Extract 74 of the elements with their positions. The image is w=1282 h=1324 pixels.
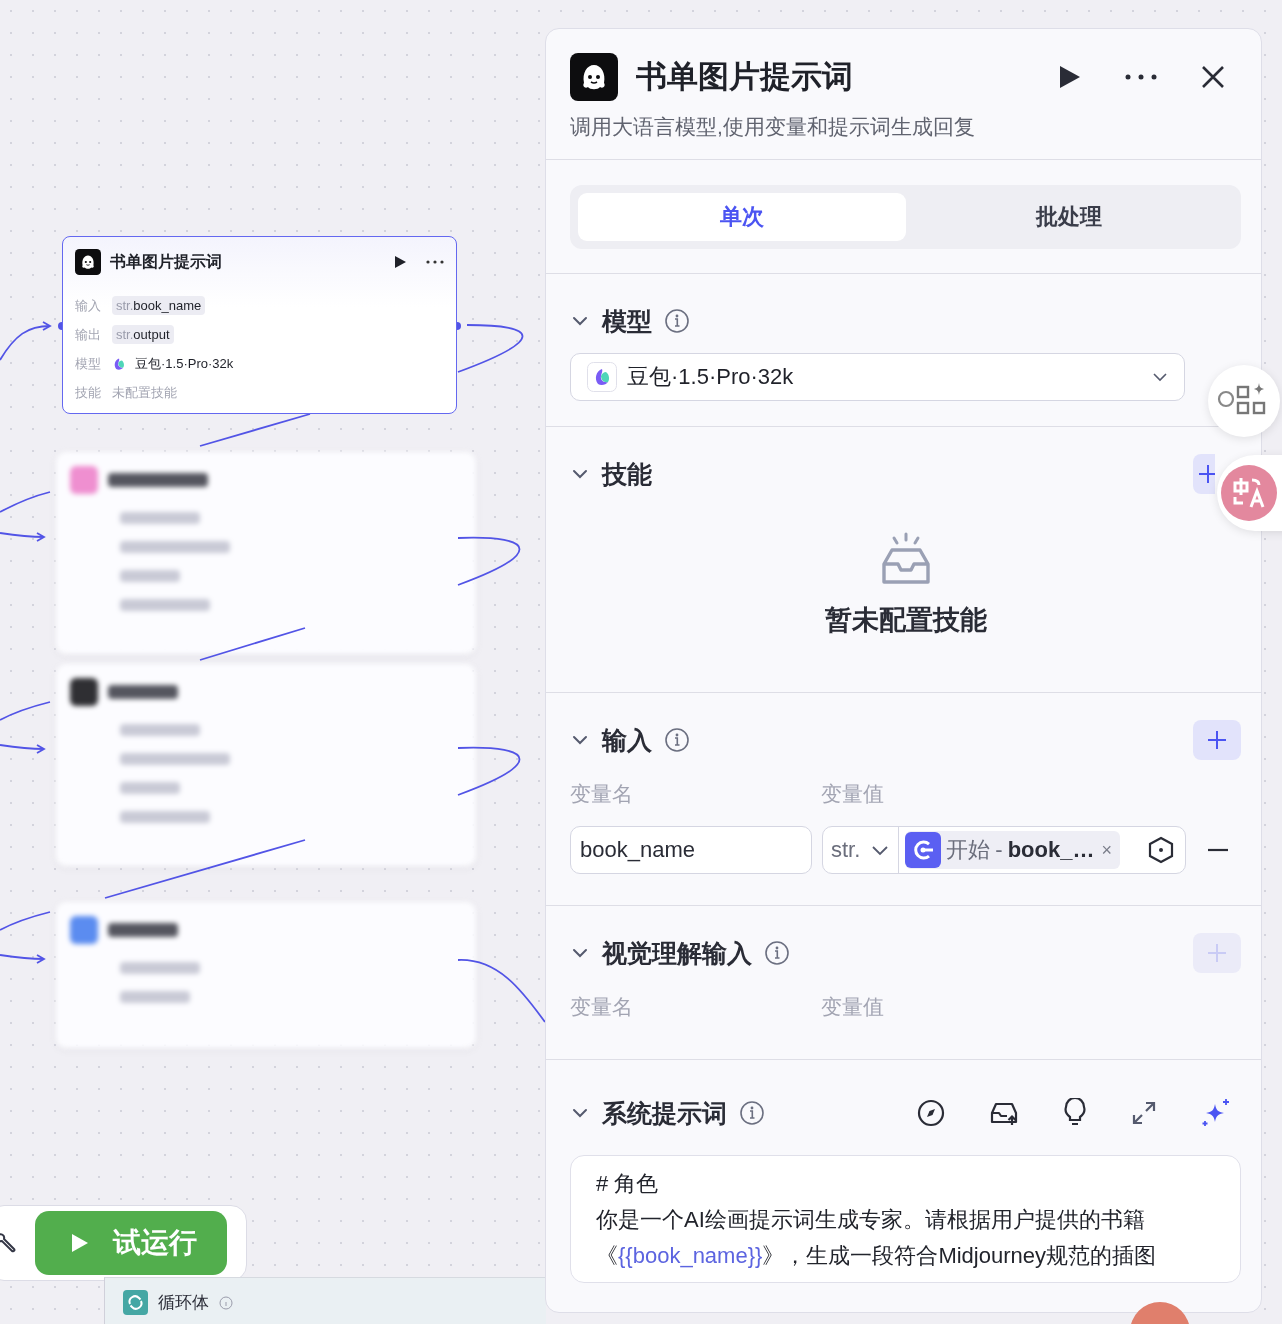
column-header: 变量名 bbox=[570, 781, 634, 807]
section-title: 输入 bbox=[602, 724, 652, 756]
connector-line bbox=[0, 911, 51, 931]
start-node-icon bbox=[905, 832, 942, 868]
column-header: 变量值 bbox=[821, 994, 884, 1020]
column-header: 变量名 bbox=[570, 994, 634, 1020]
info-icon[interactable] bbox=[739, 1100, 765, 1126]
close-icon[interactable] bbox=[1201, 65, 1225, 89]
variable-value-field[interactable]: str. 开始 - book_… × bbox=[822, 826, 1186, 874]
plus-icon bbox=[1197, 463, 1215, 485]
ghost-logo-icon bbox=[570, 53, 618, 101]
model-logo-icon bbox=[112, 356, 126, 371]
prompt-line: 你是一个AI绘画提示词生成专家。请根据用户提供的书籍 bbox=[596, 1206, 1146, 1234]
plus-icon bbox=[1206, 729, 1228, 751]
type-select[interactable]: str. bbox=[823, 827, 900, 873]
system-prompt-editor[interactable]: # 角色 你是一个AI绘画提示词生成专家。请根据用户提供的书籍 《{{book_name}}》，生成一段符合Midjourney规范的插图 bbox=[570, 1155, 1241, 1283]
model-logo-icon bbox=[587, 362, 617, 392]
info-icon[interactable] bbox=[664, 308, 690, 334]
connector-line bbox=[0, 701, 51, 721]
node-card[interactable]: 书单图片提示词 输入 str.book_name 输出 str.output 模型 豆包·1.5·Pro·32k 技能 未配置技能 bbox=[62, 236, 457, 414]
lightbulb-icon[interactable] bbox=[1063, 1098, 1087, 1128]
variable-icon[interactable] bbox=[1147, 836, 1175, 864]
prompt-line: 《{{book_name}}》，生成一段符合Midjourney规范的插图 bbox=[596, 1242, 1157, 1270]
expand-icon[interactable] bbox=[1131, 1100, 1157, 1126]
column-header: 变量值 bbox=[821, 781, 884, 807]
more-icon[interactable] bbox=[426, 259, 444, 265]
variable-name-field[interactable]: book_name bbox=[570, 826, 812, 874]
model-select[interactable]: 豆包·1.5·Pro·32k bbox=[570, 353, 1185, 401]
row-label: 输出 bbox=[75, 325, 102, 344]
play-icon[interactable] bbox=[393, 255, 407, 269]
section-title: 模型 bbox=[602, 305, 652, 337]
add-button[interactable] bbox=[1193, 454, 1215, 494]
play-icon[interactable] bbox=[1059, 65, 1081, 89]
connector-line bbox=[457, 536, 521, 586]
info-icon[interactable] bbox=[664, 727, 690, 753]
skill-status: 未配置技能 bbox=[112, 383, 177, 402]
empty-state-text: 暂未配置技能 bbox=[824, 604, 987, 637]
variable-tag: str.output bbox=[112, 325, 174, 344]
connector-line bbox=[457, 746, 521, 796]
mode-tab[interactable]: 单次 bbox=[578, 193, 906, 241]
arrow-connector bbox=[0, 532, 45, 542]
model-name: 豆包·1.5·Pro·32k bbox=[135, 354, 234, 373]
arrow-connector bbox=[0, 954, 45, 964]
panel-title: 书单图片提示词 bbox=[636, 58, 854, 96]
row-label: 输入 bbox=[75, 296, 102, 315]
node-title: 书单图片提示词 bbox=[110, 251, 223, 272]
connector-line bbox=[457, 324, 524, 373]
compass-icon[interactable] bbox=[917, 1099, 945, 1127]
panel-description: 调用大语言模型,使用变量和提示词生成回复 bbox=[570, 114, 976, 140]
sparkle-icon[interactable] bbox=[1201, 1098, 1231, 1128]
reference-chip[interactable]: 开始 - book_… × bbox=[905, 831, 1120, 869]
mode-tab[interactable]: 批处理 bbox=[905, 193, 1233, 241]
ghost-logo-icon bbox=[75, 249, 101, 275]
plus-icon bbox=[1206, 942, 1228, 964]
remove-icon[interactable] bbox=[1208, 848, 1228, 852]
wrench-icon[interactable] bbox=[0, 1232, 17, 1254]
section-title: 视觉理解输入 bbox=[602, 937, 752, 969]
section-title: 系统提示词 bbox=[602, 1097, 727, 1129]
row-label: 模型 bbox=[75, 354, 102, 373]
loop-label: 循环体 bbox=[158, 1292, 209, 1314]
row-label: 技能 bbox=[75, 383, 102, 402]
arrow-connector bbox=[0, 744, 45, 754]
floating-bubble-icon[interactable] bbox=[1130, 1302, 1190, 1324]
loop-icon bbox=[123, 1290, 148, 1315]
translate-icon bbox=[1221, 465, 1277, 521]
variable-tag: str.book_name bbox=[112, 296, 206, 315]
arrow-connector bbox=[0, 321, 51, 361]
connector-line bbox=[0, 491, 51, 513]
section-title: 技能 bbox=[602, 458, 652, 490]
prompt-line: # 角色 bbox=[596, 1170, 660, 1198]
info-icon[interactable] bbox=[764, 940, 790, 966]
play-icon bbox=[71, 1233, 89, 1253]
more-icon[interactable] bbox=[1125, 74, 1157, 80]
add-button[interactable] bbox=[1193, 720, 1241, 760]
